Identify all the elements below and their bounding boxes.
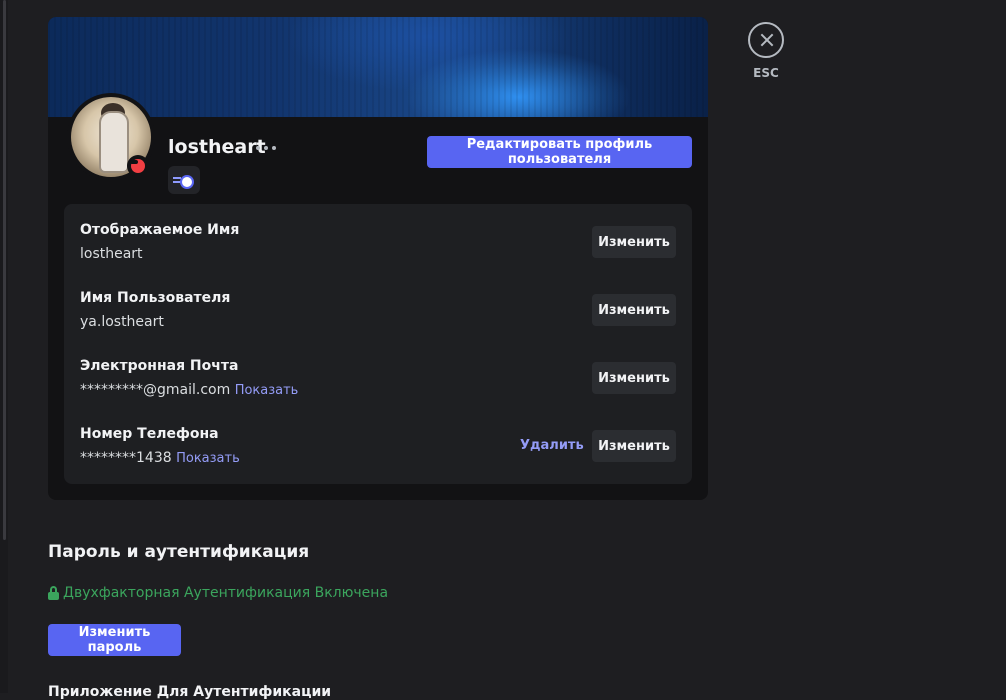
dnd-status-icon (127, 155, 149, 177)
edit-profile-button[interactable]: Редактировать профиль пользователя (427, 136, 692, 168)
display-name-field: Отображаемое Имя lostheart (80, 221, 239, 263)
change-email-button[interactable]: Изменить (592, 362, 676, 394)
field-label: Электронная Почта (80, 358, 239, 374)
nitro-badge-icon[interactable] (168, 166, 200, 194)
profile-banner (48, 17, 708, 117)
field-label: Отображаемое Имя (80, 222, 240, 238)
account-info-box: Отображаемое Имя lostheart Изменить Имя … (64, 204, 692, 484)
field-value: lostheart (80, 246, 143, 262)
authenticator-app-heading: Приложение Для Аутентификации (48, 684, 332, 700)
scroll-thumb[interactable] (3, 0, 6, 540)
phone-field: Номер Телефона ********1438 Показать (80, 425, 240, 468)
delete-phone-link[interactable]: Удалить (520, 438, 584, 453)
field-label: Номер Телефона (80, 426, 219, 442)
close-icon[interactable] (748, 22, 784, 58)
change-username-button[interactable]: Изменить (592, 294, 676, 326)
email-field: Электронная Почта *********@gmail.com По… (80, 357, 298, 400)
left-scrollbar[interactable] (0, 0, 8, 693)
twofa-status-text: Двухфакторная Аутентификация Включена (63, 585, 389, 601)
change-password-button[interactable]: Изменить пароль (48, 624, 181, 656)
change-display-name-button[interactable]: Изменить (592, 226, 676, 258)
change-phone-button[interactable]: Изменить (592, 430, 676, 462)
field-label: Имя Пользователя (80, 290, 231, 306)
email-value: *********@gmail.com (80, 382, 231, 398)
field-value-row: *********@gmail.com Показать (80, 381, 298, 400)
lock-icon (48, 586, 59, 600)
esc-label: ESC (753, 66, 779, 80)
avatar-figure (99, 111, 129, 173)
password-auth-heading: Пароль и аутентификация (48, 542, 310, 562)
field-value: ya.lostheart (80, 314, 164, 330)
phone-value: ********1438 (80, 450, 172, 466)
twofa-status-row: Двухфакторная Аутентификация Включена (48, 585, 388, 601)
profile-username: lostheart (168, 136, 266, 158)
more-options-icon[interactable] (256, 143, 282, 153)
show-email-link[interactable]: Показать (235, 383, 299, 398)
show-phone-link[interactable]: Показать (176, 451, 240, 466)
username-field: Имя Пользователя ya.lostheart (80, 289, 230, 331)
field-value-row: ********1438 Показать (80, 449, 240, 468)
